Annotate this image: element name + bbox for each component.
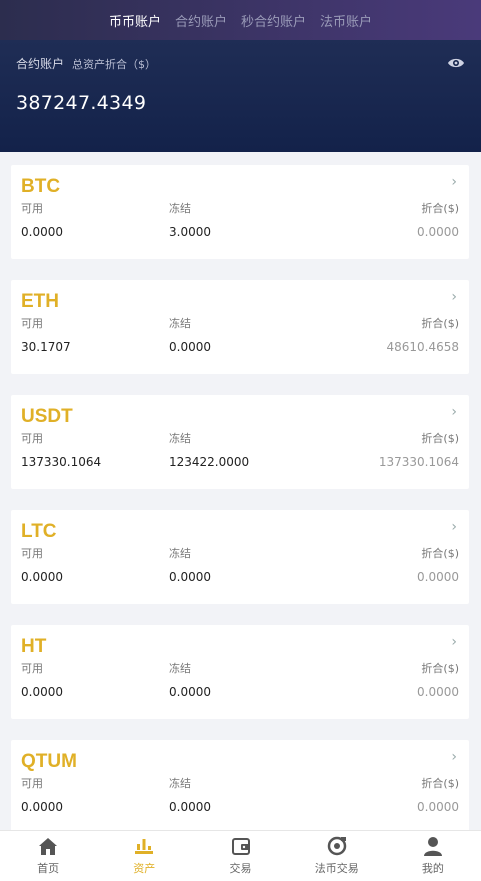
frozen-label: 冻结 <box>169 662 191 675</box>
bottom-nav: 首页 资产 交易 法币交易 我的 <box>0 830 481 881</box>
tab-fiat-account[interactable]: 法币账户 <box>320 11 372 30</box>
chevron-right-icon: › <box>451 634 457 650</box>
available-value: 137330.1064 <box>21 455 102 469</box>
converted-label: 折合($) <box>421 547 459 560</box>
asset-list: BTC › 可用 冻结 折合($) 0.0000 3.0000 0.0000 E… <box>0 152 481 834</box>
asset-card-ltc[interactable]: LTC › 可用 冻结 折合($) 0.0000 0.0000 0.0000 <box>11 510 469 604</box>
balance-header: 合约账户 总资产折合（$） 387247.4349 <box>0 40 481 152</box>
total-assets-label: 总资产折合（$） <box>72 57 157 71</box>
available-value: 0.0000 <box>21 800 63 814</box>
nav-mine-label: 我的 <box>421 862 444 875</box>
converted-value: 137330.1064 <box>378 455 459 469</box>
converted-label: 折合($) <box>421 432 459 445</box>
nav-trade[interactable]: 交易 <box>192 831 288 881</box>
nav-fiat-trade[interactable]: 法币交易 <box>289 831 385 881</box>
chevron-right-icon: › <box>451 404 457 420</box>
available-label: 可用 <box>21 777 43 790</box>
asset-card-eth[interactable]: ETH › 可用 冻结 折合($) 30.1707 0.0000 48610.4… <box>11 280 469 374</box>
converted-label: 折合($) <box>421 662 459 675</box>
converted-value: 0.0000 <box>417 685 459 699</box>
frozen-value: 3.0000 <box>169 225 211 239</box>
tab-contract-account[interactable]: 合约账户 <box>175 11 227 30</box>
nav-home-label: 首页 <box>37 862 60 875</box>
fiat-icon <box>327 836 346 856</box>
asset-card-usdt[interactable]: USDT › 可用 冻结 折合($) 137330.1064 123422.00… <box>11 395 469 489</box>
home-icon <box>39 838 58 855</box>
frozen-label: 冻结 <box>169 202 191 215</box>
frozen-value: 0.0000 <box>169 685 211 699</box>
nav-fiat-trade-label: 法币交易 <box>314 862 359 875</box>
coin-symbol: ETH <box>21 291 59 312</box>
available-label: 可用 <box>21 202 43 215</box>
chevron-right-icon: › <box>451 749 457 765</box>
chevron-right-icon: › <box>451 174 457 190</box>
asset-card-qtum[interactable]: QTUM › 可用 冻结 折合($) 0.0000 0.0000 0.0000 <box>11 740 469 834</box>
asset-card-btc[interactable]: BTC › 可用 冻结 折合($) 0.0000 3.0000 0.0000 <box>11 165 469 259</box>
frozen-value: 0.0000 <box>169 340 211 354</box>
available-value: 0.0000 <box>21 570 63 584</box>
frozen-value: 123422.0000 <box>169 455 250 469</box>
available-value: 0.0000 <box>21 685 63 699</box>
user-icon <box>423 837 442 856</box>
asset-card-ht[interactable]: HT › 可用 冻结 折合($) 0.0000 0.0000 0.0000 <box>11 625 469 719</box>
available-label: 可用 <box>21 432 43 445</box>
chevron-right-icon: › <box>451 519 457 535</box>
app: 币币账户 合约账户 秒合约账户 法币账户 合约账户 总资产折合（$） 38724… <box>0 0 481 881</box>
coin-symbol: HT <box>21 636 47 657</box>
frozen-label: 冻结 <box>169 317 191 330</box>
available-label: 可用 <box>21 662 43 675</box>
frozen-value: 0.0000 <box>169 800 211 814</box>
chevron-right-icon: › <box>451 289 457 305</box>
frozen-label: 冻结 <box>169 432 191 445</box>
tab-second-contract-account[interactable]: 秒合约账户 <box>241 11 306 30</box>
nav-trade-label: 交易 <box>229 862 252 875</box>
account-tabs: 币币账户 合约账户 秒合约账户 法币账户 <box>0 0 481 40</box>
available-label: 可用 <box>21 547 43 560</box>
coin-symbol: BTC <box>21 176 61 197</box>
converted-label: 折合($) <box>421 317 459 330</box>
frozen-label: 冻结 <box>169 547 191 560</box>
available-label: 可用 <box>21 317 43 330</box>
tab-spot-account[interactable]: 币币账户 <box>109 11 161 30</box>
account-label: 合约账户 <box>16 57 65 71</box>
available-value: 30.1707 <box>21 340 71 354</box>
converted-value: 0.0000 <box>417 570 459 584</box>
coin-symbol: USDT <box>21 406 73 427</box>
eye-icon[interactable] <box>447 56 465 70</box>
nav-assets-label: 资产 <box>133 862 156 875</box>
total-balance: 387247.4349 <box>16 92 147 114</box>
converted-value: 0.0000 <box>417 225 459 239</box>
assets-icon <box>135 839 154 854</box>
converted-value: 0.0000 <box>417 800 459 814</box>
converted-label: 折合($) <box>421 202 459 215</box>
frozen-label: 冻结 <box>169 777 191 790</box>
converted-label: 折合($) <box>421 777 459 790</box>
coin-symbol: LTC <box>21 521 57 542</box>
converted-value: 48610.4658 <box>386 340 459 354</box>
frozen-value: 0.0000 <box>169 570 211 584</box>
available-value: 0.0000 <box>21 225 63 239</box>
trade-icon <box>231 838 250 855</box>
nav-mine[interactable]: 我的 <box>385 831 481 881</box>
nav-assets[interactable]: 资产 <box>96 831 192 881</box>
nav-home[interactable]: 首页 <box>0 831 96 881</box>
coin-symbol: QTUM <box>21 751 77 772</box>
